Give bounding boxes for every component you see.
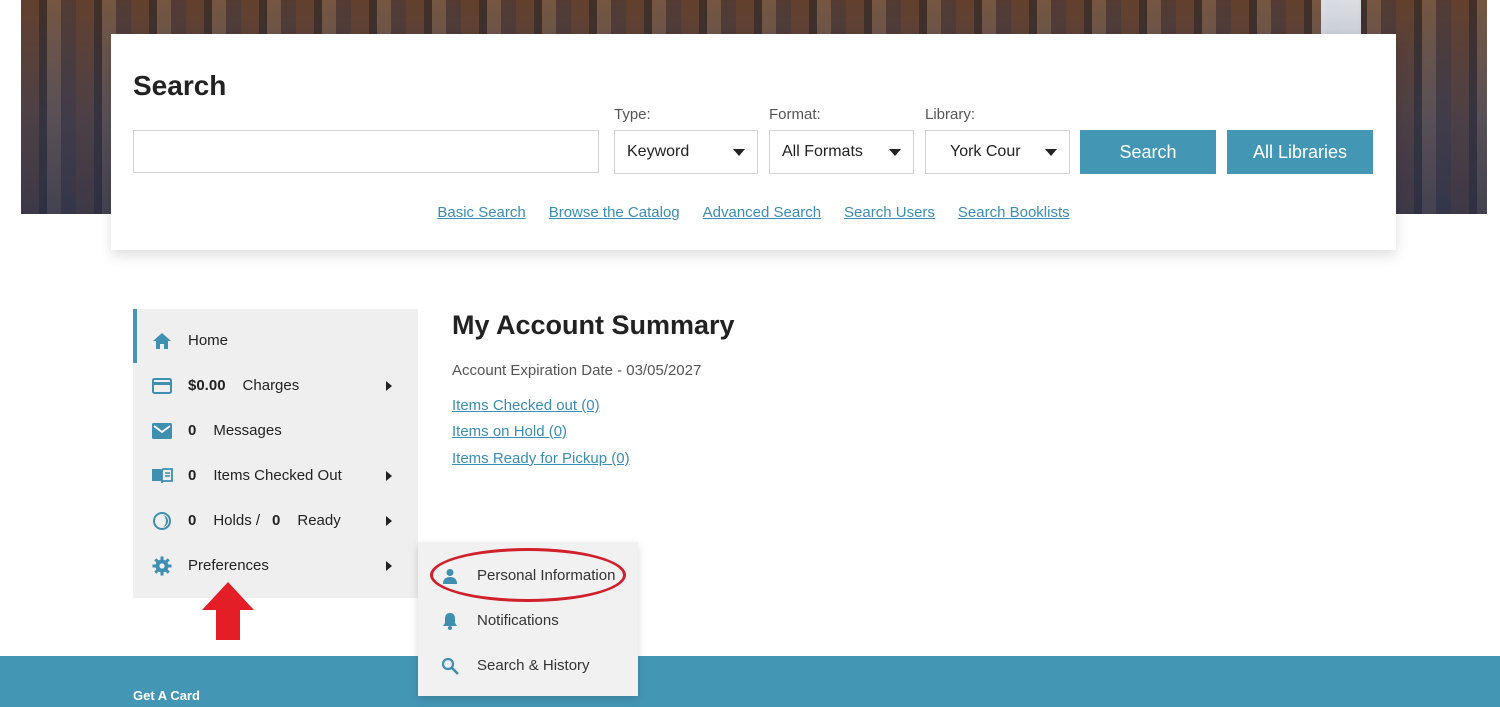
account-expiration: Account Expiration Date - 03/05/2027: [452, 362, 702, 379]
format-select[interactable]: All Formats: [769, 130, 914, 174]
type-select-value: Keyword: [627, 143, 690, 160]
footer: Get A Card: [0, 656, 1500, 707]
messages-count: 0: [188, 422, 197, 439]
gear-icon: [151, 555, 173, 577]
type-select[interactable]: Keyword: [614, 130, 758, 174]
sidebar-item-holds[interactable]: 0 Holds / 0 Ready: [133, 498, 418, 543]
advanced-search-link[interactable]: Advanced Search: [703, 204, 821, 221]
sidebar-item-label: Items Checked Out: [213, 467, 342, 484]
items-checked-out-link[interactable]: Items Checked out (0): [452, 397, 600, 414]
sidebar-item-charges[interactable]: $0.00 Charges: [133, 363, 418, 408]
caret-down-icon: [1045, 148, 1057, 156]
caret-right-icon: [386, 560, 392, 571]
submenu-item-label: Search & History: [477, 657, 590, 674]
search-booklists-link[interactable]: Search Booklists: [958, 204, 1070, 221]
sidebar-item-preferences[interactable]: Preferences: [133, 543, 418, 588]
library-label: Library:: [925, 106, 976, 123]
preferences-submenu: Personal Information Notifications Searc…: [418, 542, 638, 696]
person-icon: [440, 566, 460, 586]
charges-amount: $0.00: [188, 377, 226, 394]
search-links: Basic Search Browse the Catalog Advanced…: [111, 204, 1396, 221]
type-label: Type:: [614, 106, 651, 123]
library-select[interactable]: York Cour: [925, 130, 1070, 174]
format-label: Format:: [769, 106, 821, 123]
envelope-icon: [151, 420, 173, 442]
items-ready-pickup-link[interactable]: Items Ready for Pickup (0): [452, 450, 630, 467]
caret-right-icon: [386, 515, 392, 526]
browse-catalog-link[interactable]: Browse the Catalog: [549, 204, 680, 221]
sidebar-item-label: Preferences: [188, 557, 269, 574]
search-button[interactable]: Search: [1080, 130, 1216, 174]
sidebar-item-label: Charges: [242, 377, 300, 394]
credit-card-icon: [151, 375, 173, 397]
sidebar-item-home[interactable]: Home: [133, 318, 418, 363]
red-arrow-annotation: [202, 582, 254, 640]
caret-right-icon: [386, 470, 392, 481]
page-title: My Account Summary: [452, 310, 735, 340]
caret-down-icon: [889, 148, 901, 156]
bell-icon: [440, 611, 460, 631]
get-a-card-link[interactable]: Get A Card: [133, 688, 200, 703]
checked-out-count: 0: [188, 467, 197, 484]
ready-label: Ready: [297, 512, 341, 529]
book-icon: [151, 465, 173, 487]
hold-clock-icon: [151, 510, 173, 532]
basic-search-link[interactable]: Basic Search: [437, 204, 525, 221]
format-select-value: All Formats: [782, 143, 863, 160]
all-libraries-button[interactable]: All Libraries: [1227, 130, 1373, 174]
search-panel: Search Type: Keyword Format: All Formats…: [111, 34, 1396, 250]
search-input[interactable]: [133, 130, 599, 173]
sidebar-item-label: Home: [188, 332, 229, 349]
submenu-item-label: Personal Information: [477, 567, 616, 584]
caret-right-icon: [386, 380, 392, 391]
sidebar-item-messages[interactable]: 0 Messages: [133, 408, 418, 453]
account-sidebar: Home $0.00 Charges 0 Messages 0 Items Ch…: [133, 309, 418, 598]
home-icon: [151, 330, 173, 352]
submenu-item-label: Notifications: [477, 612, 559, 629]
submenu-item-personal-information[interactable]: Personal Information: [418, 553, 638, 598]
caret-down-icon: [733, 148, 745, 156]
holds-count: 0: [188, 512, 197, 529]
search-icon: [440, 656, 460, 676]
search-users-link[interactable]: Search Users: [844, 204, 935, 221]
ready-count: 0: [272, 512, 281, 529]
sidebar-item-checked-out[interactable]: 0 Items Checked Out: [133, 453, 418, 498]
search-title: Search: [133, 70, 227, 101]
sidebar-item-label: Messages: [213, 422, 282, 439]
submenu-item-search-history[interactable]: Search & History: [418, 643, 638, 688]
items-on-hold-link[interactable]: Items on Hold (0): [452, 423, 567, 440]
library-select-value: York Cour: [950, 143, 1021, 160]
submenu-item-notifications[interactable]: Notifications: [418, 598, 638, 643]
holds-label: Holds /: [213, 512, 261, 529]
